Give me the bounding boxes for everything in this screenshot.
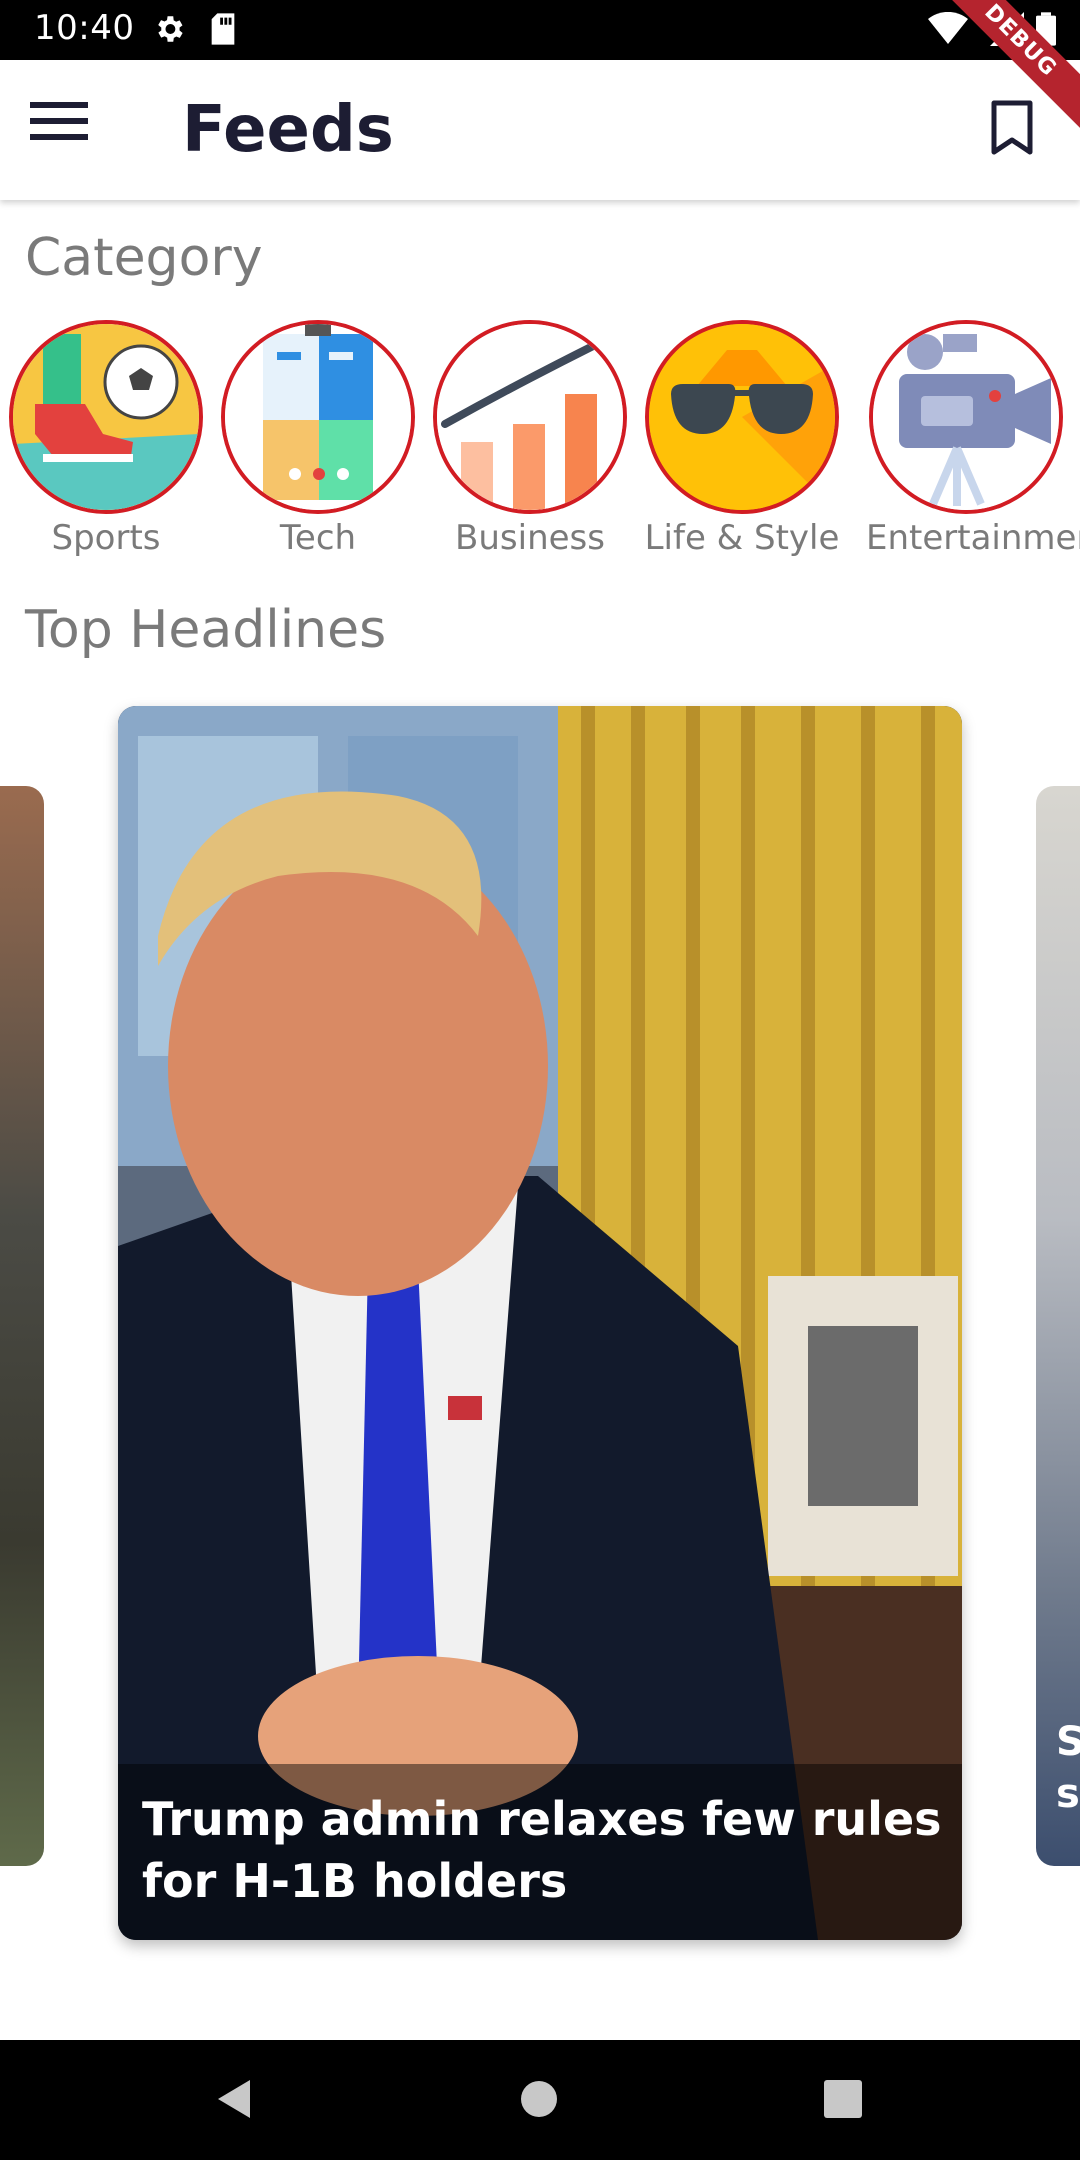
menu-icon	[30, 102, 88, 140]
category-item-life-style[interactable]: Life & Style	[642, 320, 842, 558]
category-label: Entertainment	[866, 518, 1080, 558]
video-camera-icon	[869, 320, 1063, 514]
home-button[interactable]	[516, 2076, 576, 2126]
headline-card-previous[interactable]	[0, 786, 44, 1866]
headline-next-caption: S s	[1056, 1719, 1080, 1817]
navigation-bar	[0, 2040, 1080, 2160]
wifi-icon	[928, 11, 968, 50]
category-item-tech[interactable]: Tech	[218, 320, 418, 558]
category-label: Business	[455, 518, 605, 558]
headline-image	[118, 706, 962, 1940]
business-icon	[433, 320, 627, 514]
headline-card[interactable]: Trump admin relaxes few rules for H-1B h…	[118, 706, 962, 1940]
page-title: Feeds	[182, 93, 394, 167]
status-time: 10:40	[34, 8, 135, 48]
headline-caption-overlay: Trump admin relaxes few rules for H-1B h…	[118, 1764, 962, 1940]
headline-card-next[interactable]: S s	[1036, 786, 1080, 1866]
category-section-title: Category	[25, 228, 263, 288]
tech-icon	[221, 320, 415, 514]
bookmark-icon	[991, 100, 1033, 155]
home-icon	[521, 2081, 557, 2117]
headline-caption: Trump admin relaxes few rules for H-1B h…	[142, 1792, 942, 1908]
back-icon	[218, 2080, 250, 2118]
category-item-business[interactable]: Business	[430, 320, 630, 558]
recents-button[interactable]	[820, 2076, 880, 2126]
sd-card-icon	[208, 12, 238, 50]
headlines-section-title: Top Headlines	[25, 600, 387, 660]
sunglasses-icon	[645, 320, 839, 514]
headlines-carousel[interactable]: Trump admin relaxes few rules for H-1B h…	[0, 706, 1080, 1946]
category-label: Tech	[279, 518, 357, 558]
category-label: Life & Style	[644, 518, 840, 558]
bookmark-button[interactable]	[990, 100, 1050, 170]
sports-icon	[9, 320, 203, 514]
category-item-sports[interactable]: Sports	[6, 320, 206, 558]
status-bar: 10:40	[0, 0, 1080, 60]
back-button[interactable]	[212, 2076, 272, 2126]
settings-icon	[152, 12, 186, 50]
category-item-entertainment[interactable]: Entertainment	[866, 320, 1080, 558]
category-list: Sports Tech Business Life & Style Entert…	[0, 320, 1080, 560]
recents-icon	[824, 2080, 862, 2118]
app-bar: Feeds	[0, 60, 1080, 200]
category-label: Sports	[51, 518, 161, 558]
menu-button[interactable]	[30, 100, 110, 160]
